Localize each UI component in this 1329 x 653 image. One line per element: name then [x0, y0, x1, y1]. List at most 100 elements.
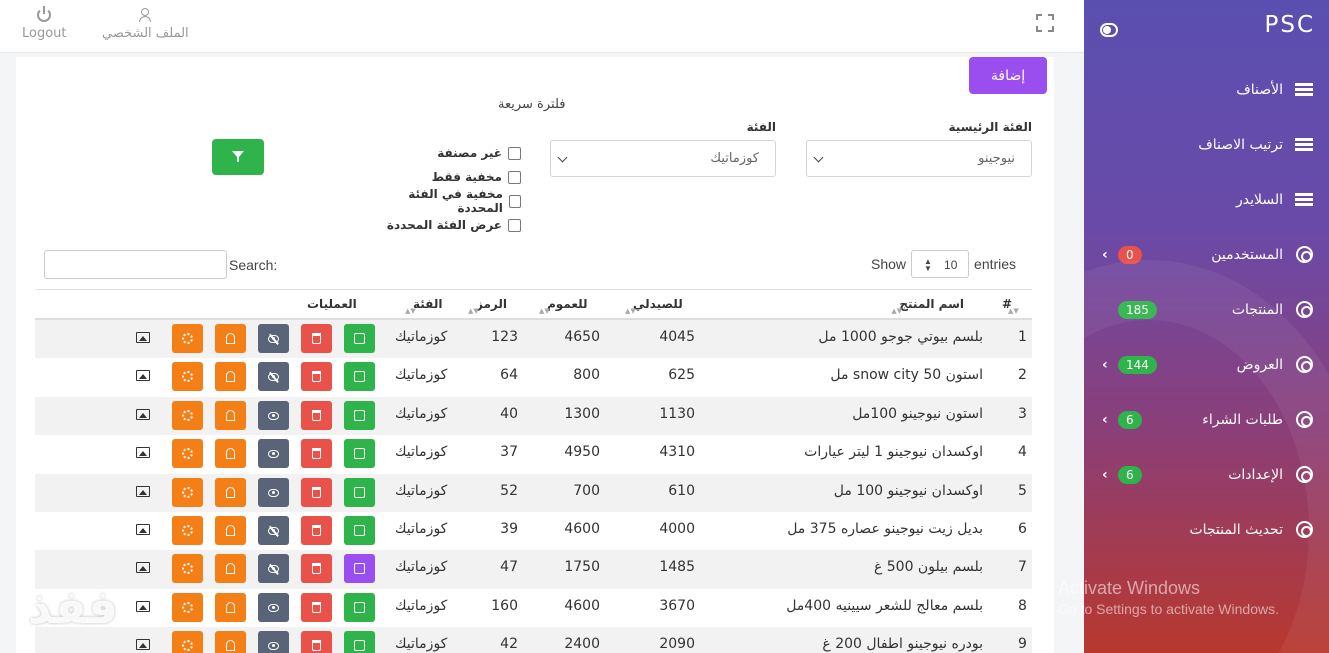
notify-button[interactable]	[215, 477, 246, 507]
row-number: 7	[1018, 559, 1027, 576]
edit-button[interactable]	[344, 439, 375, 469]
delete-button[interactable]	[301, 631, 332, 653]
sidebar-item-7[interactable]: الإعدادات 6 ›	[1084, 447, 1329, 502]
delete-button[interactable]	[301, 515, 332, 545]
image-icon[interactable]	[136, 408, 150, 420]
visibility-button[interactable]	[258, 324, 289, 353]
th-category[interactable]: الفئة ▲▼	[405, 297, 442, 315]
settings-button[interactable]	[172, 400, 203, 430]
edit-button[interactable]	[344, 515, 375, 545]
image-icon[interactable]	[136, 370, 150, 382]
checkbox[interactable]	[508, 218, 521, 232]
visibility-button[interactable]	[258, 554, 289, 584]
search-input[interactable]	[44, 250, 227, 279]
visibility-button[interactable]	[258, 362, 289, 392]
visibility-button[interactable]	[258, 477, 289, 507]
trash-icon	[312, 601, 321, 613]
notify-button[interactable]	[215, 324, 246, 353]
filter-checkbox-3[interactable]: عرض الفئة المحددة	[371, 213, 521, 237]
notify-button[interactable]	[215, 631, 246, 653]
visibility-button[interactable]	[258, 631, 289, 653]
notify-button[interactable]	[215, 439, 246, 469]
edit-button[interactable]	[344, 477, 375, 507]
checkbox[interactable]	[508, 170, 521, 184]
image-icon[interactable]	[136, 447, 150, 459]
notify-button[interactable]	[215, 515, 246, 545]
image-icon[interactable]	[136, 639, 150, 651]
sidebar-item-0[interactable]: الأصناف	[1084, 62, 1329, 117]
edit-button[interactable]	[344, 324, 375, 353]
visibility-button[interactable]	[258, 400, 289, 430]
bell-icon	[226, 333, 235, 344]
notify-button[interactable]	[215, 554, 246, 584]
filter-checkbox-2[interactable]: مخفية في الفئة المحددة	[371, 187, 521, 215]
logout-label: Logout	[22, 26, 67, 41]
delete-button[interactable]	[301, 324, 332, 353]
delete-button[interactable]	[301, 362, 332, 392]
product-code: 52	[500, 482, 518, 499]
delete-button[interactable]	[301, 477, 332, 507]
image-icon[interactable]	[136, 485, 150, 497]
row-operations	[172, 515, 375, 545]
settings-button[interactable]	[172, 362, 203, 392]
cogs-icon	[182, 524, 193, 536]
delete-button[interactable]	[301, 592, 332, 622]
visibility-button[interactable]	[258, 515, 289, 545]
sidebar: PSC الأصناف ترتيب الاصناف السلايدر المستخدم…	[1084, 0, 1329, 653]
image-icon[interactable]	[136, 562, 150, 574]
cogs-icon	[182, 371, 193, 383]
settings-button[interactable]	[172, 324, 203, 353]
settings-button[interactable]	[172, 515, 203, 545]
edit-button[interactable]	[344, 554, 375, 584]
th-public[interactable]: للعموم ▲▼	[539, 297, 588, 315]
delete-button[interactable]	[301, 554, 332, 584]
sidebar-item-3[interactable]: المستخدمين 0 ›	[1084, 227, 1329, 282]
sidebar-item-5[interactable]: العروض 144 ›	[1084, 337, 1329, 392]
visibility-button[interactable]	[258, 439, 289, 469]
notify-button[interactable]	[215, 592, 246, 622]
checkbox[interactable]	[508, 146, 521, 160]
image-icon[interactable]	[136, 523, 150, 535]
edit-button[interactable]	[344, 631, 375, 653]
category-select[interactable]: كوزماتيك	[550, 140, 776, 177]
sidebar-item-6[interactable]: طلبات الشراء 6 ›	[1084, 392, 1329, 447]
sidebar-item-1[interactable]: ترتيب الاصناف	[1084, 117, 1329, 172]
settings-button[interactable]	[172, 631, 203, 653]
settings-button[interactable]	[172, 554, 203, 584]
edit-button[interactable]	[344, 400, 375, 430]
th-pharmacist[interactable]: للصيدلي ▲▼	[625, 297, 683, 315]
profile-button[interactable]: الملف الشخصي	[102, 8, 189, 41]
pharmacist-price: 4310	[659, 444, 695, 461]
sidebar-toggle-icon[interactable]	[1100, 23, 1118, 37]
delete-button[interactable]	[301, 439, 332, 469]
settings-button[interactable]	[172, 477, 203, 507]
checkbox[interactable]	[508, 194, 521, 208]
category-label: الفئة	[746, 120, 776, 134]
notify-button[interactable]	[215, 362, 246, 392]
visibility-button[interactable]	[258, 592, 289, 622]
th-code[interactable]: الرمز ▲▼	[468, 297, 507, 315]
filter-checkbox-1[interactable]: مخفية فقط	[371, 165, 521, 189]
fullscreen-icon[interactable]	[1036, 14, 1054, 32]
add-button[interactable]: إضافة	[969, 57, 1047, 94]
sidebar-item-4[interactable]: المنتجات 185	[1084, 282, 1329, 337]
main-category-select[interactable]: نيوجينو	[806, 140, 1032, 177]
th-num[interactable]: # ▲▼	[1002, 297, 1019, 315]
th-name[interactable]: اسم المنتج ▲▼	[891, 297, 964, 315]
delete-button[interactable]	[301, 400, 332, 430]
notify-button[interactable]	[215, 400, 246, 430]
filter-button[interactable]	[212, 139, 264, 175]
sidebar-item-8[interactable]: تحديث المنتجات	[1084, 502, 1329, 557]
edit-button[interactable]	[344, 592, 375, 622]
up-down-icon: ▲ ▼	[924, 257, 932, 273]
image-icon[interactable]	[136, 600, 150, 612]
logout-button[interactable]: Logout	[22, 6, 67, 41]
sidebar-item-2[interactable]: السلايدر	[1084, 172, 1329, 227]
edit-button[interactable]	[344, 362, 375, 392]
image-icon[interactable]	[136, 332, 150, 343]
filter-checkbox-0[interactable]: غير مصنفة	[371, 141, 521, 165]
entries-select[interactable]: ▲ ▼ 10	[911, 250, 970, 278]
settings-button[interactable]	[172, 592, 203, 622]
sidebar-item-label: الأصناف	[1236, 81, 1283, 98]
settings-button[interactable]	[172, 439, 203, 469]
